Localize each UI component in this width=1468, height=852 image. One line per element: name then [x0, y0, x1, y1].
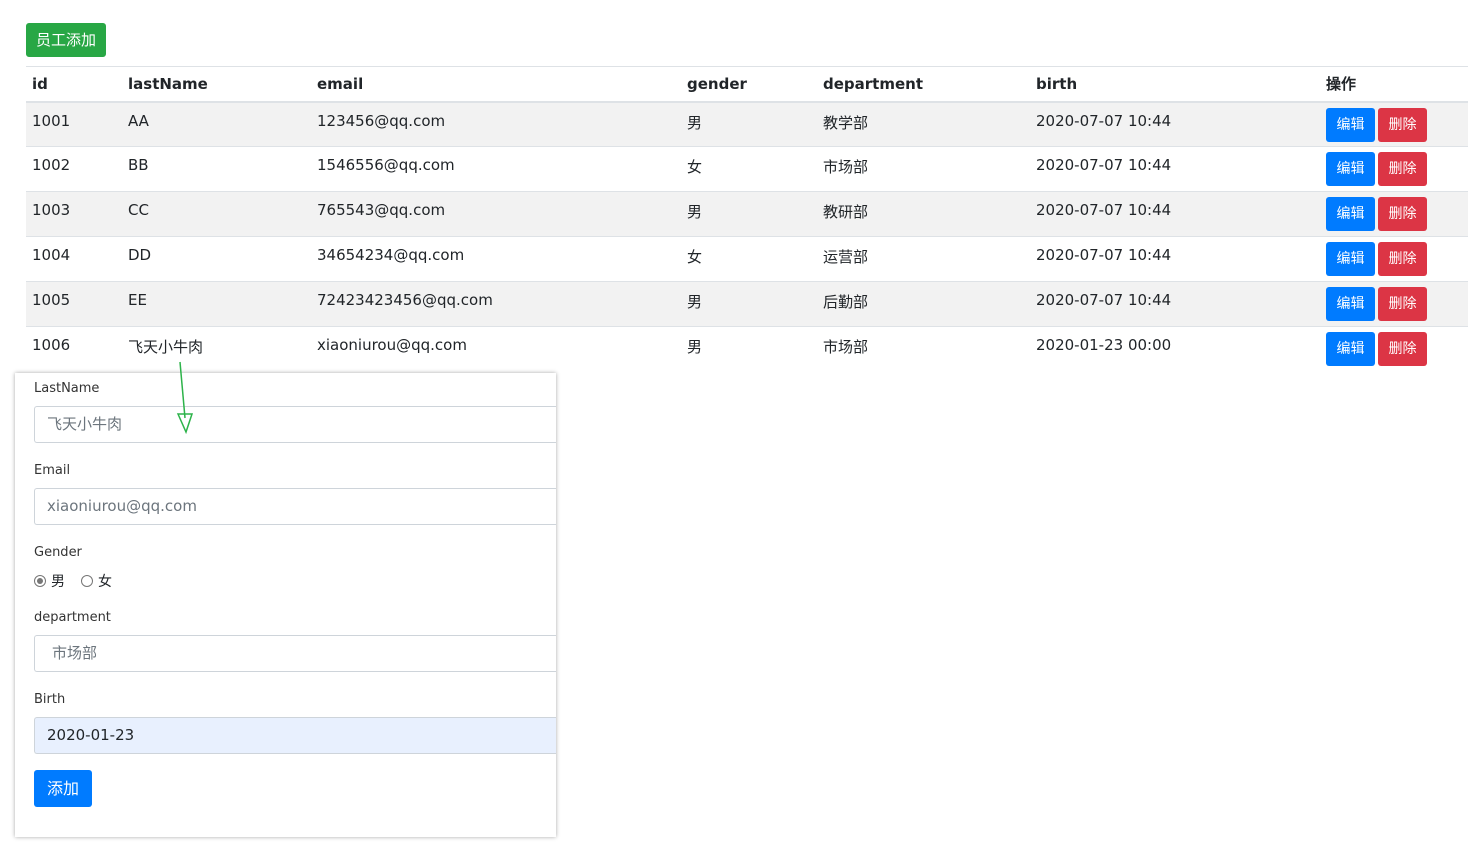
cell-actions: 编辑 删除	[1320, 326, 1468, 372]
email-input[interactable]: xiaoniurou@qq.com	[34, 488, 556, 525]
column-header-actions: 操作	[1320, 66, 1468, 103]
cell-birth: 2020-07-07 10:44	[1030, 101, 1320, 147]
cell-lastname: AA	[122, 101, 311, 147]
column-header-id: id	[26, 66, 122, 103]
cell-actions: 编辑 删除	[1320, 101, 1468, 147]
table-row: 1001 AA 123456@qq.com 男 教学部 2020-07-07 1…	[26, 101, 1468, 147]
column-header-gender: gender	[681, 66, 817, 103]
edit-button[interactable]: 编辑	[1326, 152, 1375, 186]
cell-email: 72423423456@qq.com	[311, 281, 681, 327]
cell-id: 1005	[26, 281, 122, 327]
lastname-label: LastName	[34, 381, 100, 396]
cell-email: 1546556@qq.com	[311, 146, 681, 192]
department-select[interactable]: 市场部	[34, 635, 556, 672]
edit-button[interactable]: 编辑	[1326, 287, 1375, 321]
employee-page: 员工添加 id lastName email gender department…	[0, 0, 1468, 852]
cell-birth: 2020-07-07 10:44	[1030, 191, 1320, 237]
cell-id: 1004	[26, 236, 122, 282]
cell-lastname: EE	[122, 281, 311, 327]
gender-option-label: 女	[98, 574, 112, 590]
cell-gender: 女	[681, 236, 817, 282]
cell-gender: 男	[681, 326, 817, 372]
cell-lastname: CC	[122, 191, 311, 237]
cell-department: 市场部	[817, 146, 1030, 192]
edit-button[interactable]: 编辑	[1326, 107, 1375, 142]
cell-gender: 女	[681, 146, 817, 192]
gender-radio-group: 男 女	[34, 571, 128, 591]
birth-input[interactable]: 2020-01-23	[34, 717, 556, 754]
delete-button[interactable]: 删除	[1378, 197, 1427, 231]
delete-button[interactable]: 删除	[1378, 107, 1427, 142]
cell-birth: 2020-07-07 10:44	[1030, 146, 1320, 192]
gender-label: Gender	[34, 545, 82, 560]
birth-label: Birth	[34, 692, 66, 707]
cell-email: 123456@qq.com	[311, 101, 681, 147]
add-employee-form: LastName 飞天小牛肉 Email xiaoniurou@qq.com G…	[15, 373, 556, 837]
edit-button[interactable]: 编辑	[1326, 332, 1375, 366]
employee-table: id lastName email gender department birt…	[26, 66, 1468, 372]
delete-button[interactable]: 删除	[1378, 152, 1427, 186]
lastname-input[interactable]: 飞天小牛肉	[34, 406, 556, 443]
cell-email: xiaoniurou@qq.com	[311, 326, 681, 372]
cell-email: 34654234@qq.com	[311, 236, 681, 282]
cell-birth: 2020-07-07 10:44	[1030, 281, 1320, 327]
column-header-lastname: lastName	[122, 66, 311, 103]
cell-gender: 男	[681, 281, 817, 327]
cell-id: 1002	[26, 146, 122, 192]
table-row: 1005 EE 72423423456@qq.com 男 后勤部 2020-07…	[26, 281, 1468, 327]
column-header-email: email	[311, 66, 681, 103]
column-header-department: department	[817, 66, 1030, 103]
cell-lastname: DD	[122, 236, 311, 282]
cell-actions: 编辑 删除	[1320, 146, 1468, 192]
table-row: 1006 飞天小牛肉 xiaoniurou@qq.com 男 市场部 2020-…	[26, 326, 1468, 372]
radio-checked-icon[interactable]	[34, 575, 46, 587]
edit-button[interactable]: 编辑	[1326, 242, 1375, 276]
delete-button[interactable]: 删除	[1378, 332, 1427, 366]
add-employee-button[interactable]: 员工添加	[26, 23, 106, 57]
cell-actions: 编辑 删除	[1320, 281, 1468, 327]
cell-gender: 男	[681, 191, 817, 237]
column-header-birth: birth	[1030, 66, 1320, 103]
gender-option-male[interactable]: 男	[34, 571, 65, 591]
radio-unchecked-icon[interactable]	[81, 575, 93, 587]
email-label: Email	[34, 463, 71, 478]
table-row: 1004 DD 34654234@qq.com 女 运营部 2020-07-07…	[26, 236, 1468, 282]
delete-button[interactable]: 删除	[1378, 287, 1427, 321]
table-row: 1003 CC 765543@qq.com 男 教研部 2020-07-07 1…	[26, 191, 1468, 237]
cell-birth: 2020-01-23 00:00	[1030, 326, 1320, 372]
cell-lastname: BB	[122, 146, 311, 192]
cell-id: 1003	[26, 191, 122, 237]
gender-option-label: 男	[51, 574, 65, 590]
cell-lastname: 飞天小牛肉	[122, 326, 311, 372]
cell-department: 市场部	[817, 326, 1030, 372]
gender-option-female[interactable]: 女	[81, 571, 112, 591]
submit-button[interactable]: 添加	[34, 770, 92, 807]
cell-actions: 编辑 删除	[1320, 236, 1468, 282]
cell-gender: 男	[681, 101, 817, 147]
table-row: 1002 BB 1546556@qq.com 女 市场部 2020-07-07 …	[26, 146, 1468, 192]
cell-actions: 编辑 删除	[1320, 191, 1468, 237]
table-header-row: id lastName email gender department birt…	[26, 66, 1468, 103]
cell-id: 1001	[26, 101, 122, 147]
cell-email: 765543@qq.com	[311, 191, 681, 237]
annotation-arrow-icon	[176, 361, 194, 435]
cell-birth: 2020-07-07 10:44	[1030, 236, 1320, 282]
department-label: department	[34, 610, 111, 625]
cell-department: 教学部	[817, 101, 1030, 147]
cell-department: 后勤部	[817, 281, 1030, 327]
cell-department: 教研部	[817, 191, 1030, 237]
delete-button[interactable]: 删除	[1378, 242, 1427, 276]
edit-button[interactable]: 编辑	[1326, 197, 1375, 231]
cell-department: 运营部	[817, 236, 1030, 282]
cell-id: 1006	[26, 326, 122, 372]
